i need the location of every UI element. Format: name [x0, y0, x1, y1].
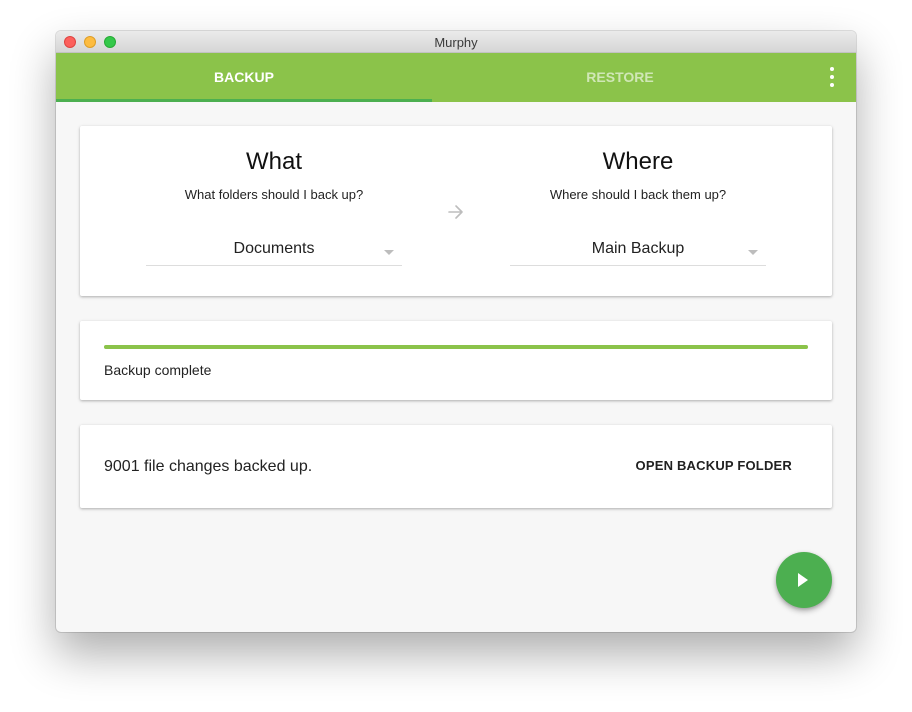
window-title: Murphy	[434, 35, 478, 50]
more-vert-icon[interactable]	[822, 67, 842, 89]
source-folder-select[interactable]: Documents	[146, 232, 402, 266]
progress-bar	[104, 345, 808, 349]
tab-restore[interactable]: RESTORE	[432, 53, 808, 102]
what-subtitle: What folders should I back up?	[184, 187, 364, 202]
dropdown-arrow-icon	[748, 250, 758, 255]
open-backup-folder-button[interactable]: OPEN BACKUP FOLDER	[626, 451, 802, 481]
destination-value: Main Backup	[591, 240, 685, 257]
backup-config-card: What What folders should I back up? Docu…	[80, 126, 832, 296]
where-subtitle: Where should I back them up?	[549, 187, 727, 202]
result-card: 9001 file changes backed up. OPEN BACKUP…	[80, 425, 832, 508]
what-title: What	[245, 148, 302, 175]
active-tab-indicator	[56, 99, 432, 102]
app-bar: BACKUP RESTORE	[56, 53, 856, 102]
progress-status: Backup complete	[104, 362, 212, 378]
start-backup-button[interactable]	[776, 552, 832, 608]
dropdown-arrow-icon	[384, 250, 394, 255]
tab-backup[interactable]: BACKUP	[56, 53, 432, 102]
where-title: Where	[602, 148, 674, 175]
title-bar: Murphy	[56, 31, 856, 53]
progress-bar-fill	[104, 345, 808, 349]
arrow-right-icon	[448, 205, 463, 219]
destination-select[interactable]: Main Backup	[510, 232, 766, 266]
result-message: 9001 file changes backed up.	[104, 458, 313, 475]
app-window: Murphy BACKUP RESTORE What What folders …	[56, 31, 856, 632]
source-folder-value: Documents	[233, 240, 315, 257]
play-icon	[798, 573, 808, 587]
progress-card: Backup complete	[80, 321, 832, 400]
